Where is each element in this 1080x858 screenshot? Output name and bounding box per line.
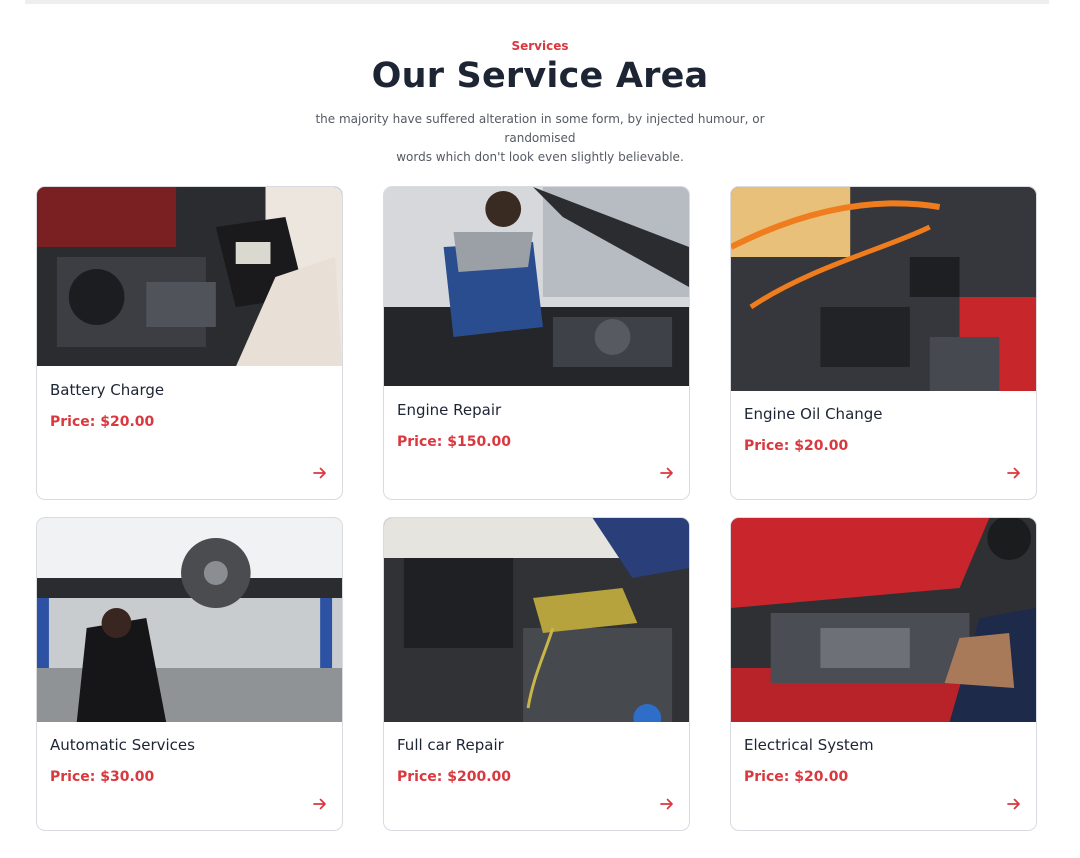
arrow-right-icon[interactable] [312, 465, 328, 481]
battery-test-photo [37, 187, 342, 366]
jumper-cables-photo [731, 187, 1036, 391]
service-name: Engine Repair [397, 401, 502, 419]
arrow-right-icon[interactable] [659, 796, 675, 812]
service-price: Price: $20.00 [744, 438, 849, 454]
subtitle-line-1: the majority have suffered alteration in… [315, 112, 765, 145]
arrow-right-icon[interactable] [659, 465, 675, 481]
section-title: Our Service Area [371, 56, 709, 96]
top-divider [25, 0, 1049, 4]
service-name: Electrical System [744, 736, 874, 754]
arrow-right-icon[interactable] [312, 796, 328, 812]
service-card[interactable]: Battery Charge Price: $20.00 [36, 186, 343, 500]
brake-inspection-photo [37, 518, 342, 722]
service-card[interactable]: Engine Oil Change Price: $20.00 [730, 186, 1037, 500]
service-card[interactable]: Electrical System Price: $20.00 [730, 517, 1037, 831]
service-price: Price: $150.00 [397, 434, 511, 450]
service-price: Price: $20.00 [744, 769, 849, 785]
service-name: Engine Oil Change [744, 405, 883, 423]
oil-pour-photo [384, 518, 689, 722]
section-subtitle: the majority have suffered alteration in… [280, 110, 800, 167]
service-card[interactable]: Engine Repair Price: $150.00 [383, 186, 690, 500]
arrow-right-icon[interactable] [1006, 796, 1022, 812]
service-price: Price: $30.00 [50, 769, 155, 785]
section-header: Services Our Service Area the majority h… [0, 36, 1080, 167]
arrow-right-icon[interactable] [1006, 465, 1022, 481]
service-price: Price: $200.00 [397, 769, 511, 785]
electrical-engine-photo [731, 518, 1036, 722]
service-name: Automatic Services [50, 736, 195, 754]
service-price: Price: $20.00 [50, 414, 155, 430]
subtitle-line-2: words which don't look even slightly bel… [396, 150, 684, 164]
service-card[interactable]: Full car Repair Price: $200.00 [383, 517, 690, 831]
section-eyebrow: Services [511, 39, 569, 53]
service-name: Full car Repair [397, 736, 504, 754]
service-name: Battery Charge [50, 381, 165, 399]
mechanic-engine-photo [384, 187, 689, 386]
service-card[interactable]: Automatic Services Price: $30.00 [36, 517, 343, 831]
